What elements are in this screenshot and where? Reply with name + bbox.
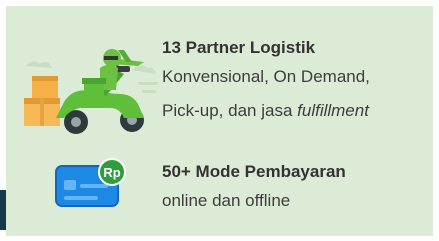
rupiah-badge-text: Rp [103, 165, 120, 180]
payment-modes-title: 50+ Mode Pembayaran [162, 162, 346, 181]
payment-card-icon: Rp [55, 158, 126, 207]
payment-modes-desc: online dan offline [162, 191, 291, 210]
delivery-scooter-icon [24, 49, 158, 134]
fulfillment-text: fulfillment [297, 101, 369, 120]
logistics-partner-title: 13 Partner Logistik [162, 38, 316, 57]
logistics-partner-desc-line2: Pick-up, dan jasa fulfillment [162, 98, 369, 124]
logistics-partner-desc-line1: Konvensional, On Demand, [162, 67, 370, 86]
logistics-partner-desc-prefix: Pick-up, dan jasa [162, 101, 298, 120]
